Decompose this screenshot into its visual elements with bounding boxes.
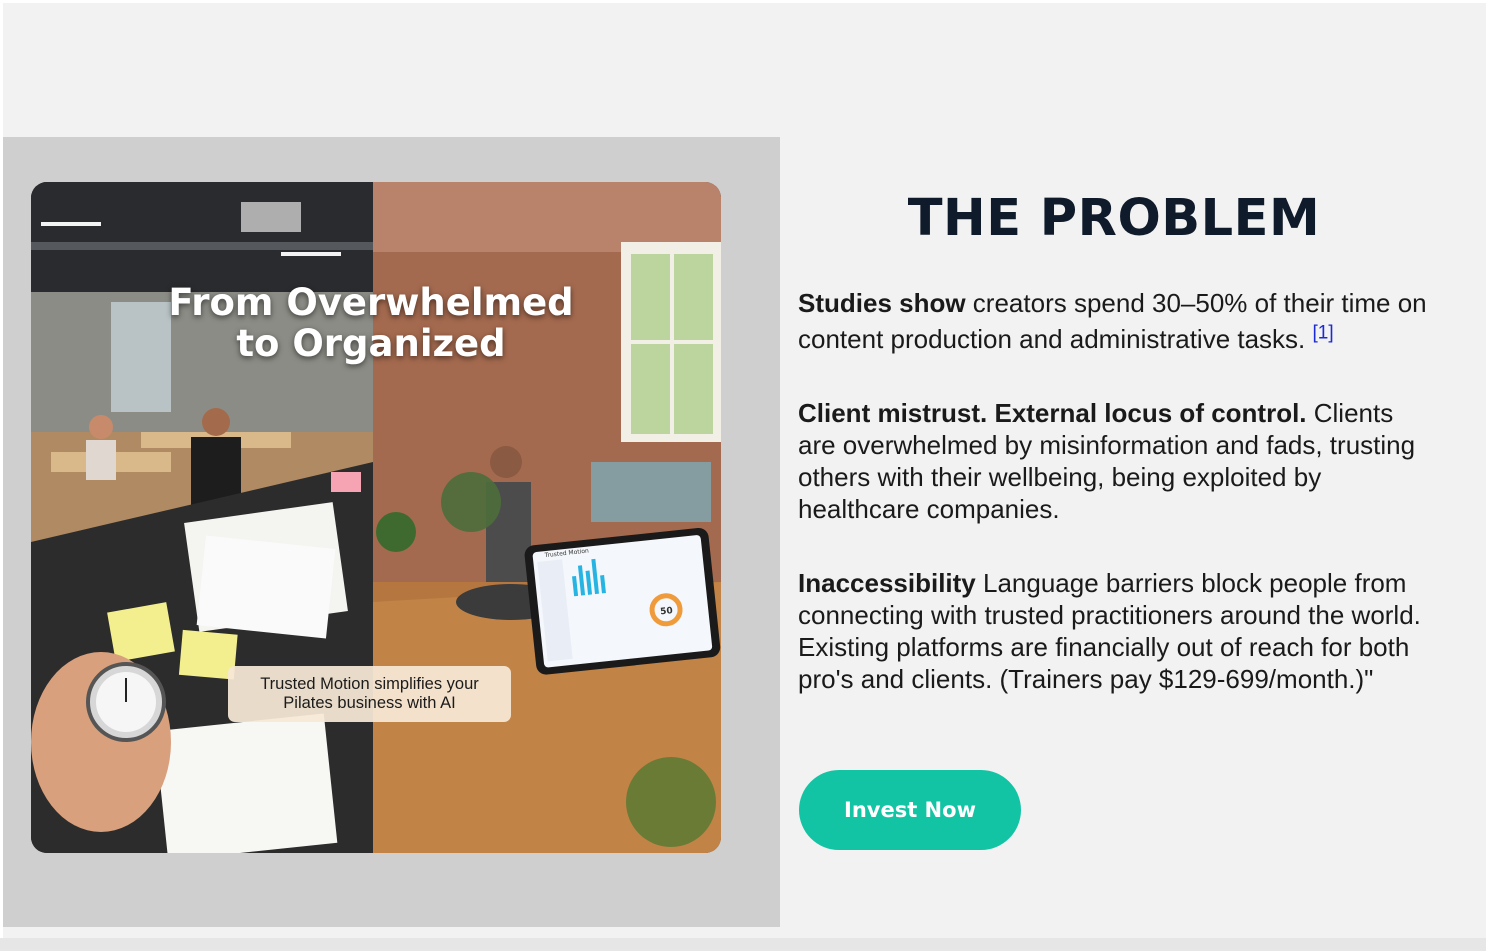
svg-text:50: 50 [660,606,674,617]
image-caption-line: Pilates business with AI [283,694,456,712]
problem-paragraph-mistrust: Client mistrust. External locus of contr… [798,397,1438,525]
section-title: THE PROBLEM [907,189,1321,248]
paragraph-lead: Client mistrust. External locus of contr… [798,398,1307,428]
page: 50 Trusted Motion From Overwhelmed to Or… [0,0,1486,951]
image-title-line: to Organized [236,322,506,365]
problem-section: THE PROBLEM Studies show creators spend … [798,180,1448,694]
problem-paragraph-time: Studies show creators spend 30–50% of th… [798,285,1438,357]
image-title-line: From Overwhelmed [168,281,574,324]
top-border [0,0,1486,3]
footnote-link[interactable]: [1] [1313,322,1334,343]
media-panel: 50 Trusted Motion From Overwhelmed to Or… [3,137,780,927]
paragraph-lead: Studies show [798,288,966,318]
hero-image: 50 Trusted Motion From Overwhelmed to Or… [31,182,721,853]
paragraph-lead: Inaccessibility [798,568,976,598]
image-title: From Overwhelmed to Organized [31,282,711,364]
problem-paragraph-accessibility: Inaccessibility Language barriers block … [798,567,1438,695]
invest-now-button[interactable]: Invest Now [799,770,1021,850]
image-caption-line: Trusted Motion simplifies your [260,675,479,693]
next-section-edge [0,938,1486,951]
image-caption: Trusted Motion simplifies your Pilates b… [228,666,511,722]
